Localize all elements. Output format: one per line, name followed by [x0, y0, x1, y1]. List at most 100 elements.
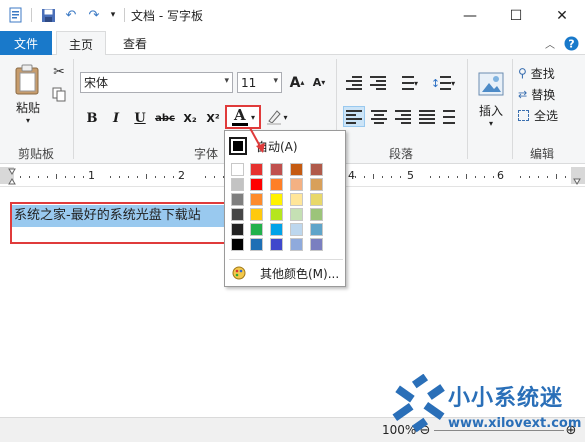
highlighter-icon — [267, 110, 282, 125]
color-swatch[interactable] — [231, 238, 244, 251]
paste-label: 粘贴 — [15, 100, 40, 115]
watermark-url: www.xilovext.com — [448, 416, 582, 431]
chevron-down-icon[interactable]: ▾ — [283, 113, 287, 122]
copy-icon[interactable] — [50, 85, 68, 103]
ribbon-tab-bar: 文件 主页 查看 ︿ ? — [0, 31, 585, 56]
save-icon[interactable] — [38, 6, 58, 24]
replace-button[interactable]: ⇄ 替换 — [518, 85, 580, 103]
watermark-brand: 小小系统迷 — [448, 386, 564, 411]
color-swatch[interactable] — [310, 208, 323, 221]
collapse-ribbon-icon[interactable]: ︿ — [542, 36, 558, 51]
highlight-button[interactable]: ▾ — [263, 107, 291, 127]
select-all-button[interactable]: 全选 — [518, 106, 580, 124]
minimize-button[interactable]: — — [447, 0, 493, 31]
align-left-button[interactable] — [343, 106, 365, 127]
highlight-box — [10, 202, 228, 244]
superscript-button[interactable]: X² — [203, 109, 223, 127]
cut-icon[interactable]: ✂ — [50, 63, 68, 81]
undo-icon[interactable]: ↶ — [61, 6, 81, 24]
title-divider — [124, 8, 125, 22]
list-button[interactable]: ▾ — [395, 74, 421, 92]
tab-view[interactable]: 查看 — [110, 31, 160, 56]
customize-qat-icon[interactable]: ▾ — [106, 6, 120, 24]
italic-button[interactable]: I — [106, 109, 126, 127]
paste-icon — [15, 64, 39, 94]
help-icon[interactable]: ? — [563, 35, 579, 51]
align-right-button[interactable] — [392, 106, 414, 127]
app-icon[interactable] — [6, 6, 26, 24]
color-swatch[interactable] — [290, 208, 303, 221]
color-swatch[interactable] — [290, 193, 303, 206]
tab-home[interactable]: 主页 — [56, 31, 106, 56]
color-swatch[interactable] — [270, 223, 283, 236]
find-button[interactable]: ⚲ 查找 — [518, 64, 580, 82]
color-swatch[interactable] — [250, 163, 263, 176]
insert-button[interactable]: 插入 ▾ — [472, 61, 510, 137]
grow-font-button[interactable]: A ▴ — [287, 72, 307, 93]
palette-divider — [229, 259, 343, 260]
color-swatch[interactable] — [310, 238, 323, 251]
close-button[interactable]: ✕ — [539, 0, 585, 31]
color-swatch[interactable] — [231, 223, 244, 236]
chevron-down-icon[interactable]: ▾ — [251, 113, 255, 122]
color-swatch[interactable] — [231, 208, 244, 221]
chevron-down-icon[interactable]: ▾ — [273, 76, 278, 86]
color-swatch[interactable] — [290, 163, 303, 176]
strikethrough-button[interactable]: abc — [153, 109, 177, 127]
redo-icon[interactable]: ↷ — [84, 6, 104, 24]
font-size-value: 11 — [241, 75, 257, 90]
color-swatch[interactable] — [290, 238, 303, 251]
color-swatch[interactable] — [250, 238, 263, 251]
editing-group-label: 编辑 — [530, 147, 555, 161]
color-swatch[interactable] — [231, 193, 244, 206]
font-name-combo[interactable]: 宋体 ▾ — [80, 72, 233, 93]
color-swatch[interactable] — [290, 178, 303, 191]
color-swatch[interactable] — [310, 163, 323, 176]
bold-button[interactable]: B — [82, 109, 102, 127]
color-swatch[interactable] — [231, 163, 244, 176]
color-swatch[interactable] — [310, 178, 323, 191]
paste-button[interactable]: 粘贴 ▾ — [8, 61, 48, 127]
paragraph-settings-button[interactable] — [440, 106, 462, 127]
ruler-mark: 4 — [348, 169, 355, 182]
color-swatch[interactable] — [231, 178, 244, 191]
ruler-mark: 5 — [407, 169, 414, 182]
color-swatch[interactable] — [250, 223, 263, 236]
color-swatch[interactable] — [250, 178, 263, 191]
color-grid — [229, 163, 343, 255]
color-swatch[interactable] — [270, 178, 283, 191]
justify-button[interactable] — [416, 106, 438, 127]
color-swatch[interactable] — [310, 223, 323, 236]
group-divider — [512, 59, 513, 159]
underline-button[interactable]: U — [130, 109, 150, 127]
increase-indent-button[interactable] — [368, 74, 388, 92]
line-spacing-button[interactable]: ↕ ▾ — [428, 74, 458, 92]
insert-label: 插入 — [478, 104, 503, 118]
svg-text:?: ? — [568, 37, 574, 50]
color-swatch[interactable] — [270, 193, 283, 206]
color-swatch[interactable] — [250, 208, 263, 221]
color-swatch[interactable] — [250, 193, 263, 206]
decrease-indent-button[interactable] — [344, 74, 364, 92]
color-swatch[interactable] — [270, 163, 283, 176]
shrink-font-button[interactable]: A ▾ — [309, 72, 329, 93]
window-title: 文档 - 写字板 — [131, 9, 203, 23]
ruler-mark: 1 — [88, 169, 95, 182]
chevron-down-icon[interactable]: ▾ — [224, 76, 229, 86]
title-bar: ↶ ↷ ▾ 文档 - 写字板 — ☐ ✕ — [0, 0, 585, 31]
paste-dropdown-icon: ▾ — [25, 115, 30, 125]
more-colors-item[interactable]: 其他颜色(M)... — [229, 263, 343, 283]
subscript-button[interactable]: X₂ — [180, 109, 200, 127]
font-color-palette: 自动(A) 其他颜色(M)... — [224, 130, 346, 287]
maximize-button[interactable]: ☐ — [493, 0, 539, 31]
font-color-glyph: A — [233, 106, 246, 124]
font-size-combo[interactable]: 11 ▾ — [237, 72, 282, 93]
align-center-button[interactable] — [368, 106, 390, 127]
color-swatch[interactable] — [310, 193, 323, 206]
ruler-mark: 6 — [497, 169, 504, 182]
color-swatch[interactable] — [290, 223, 303, 236]
color-swatch[interactable] — [270, 208, 283, 221]
color-swatch[interactable] — [270, 238, 283, 251]
clipboard-group-label: 剪贴板 — [18, 147, 55, 161]
tab-file[interactable]: 文件 — [0, 31, 52, 55]
